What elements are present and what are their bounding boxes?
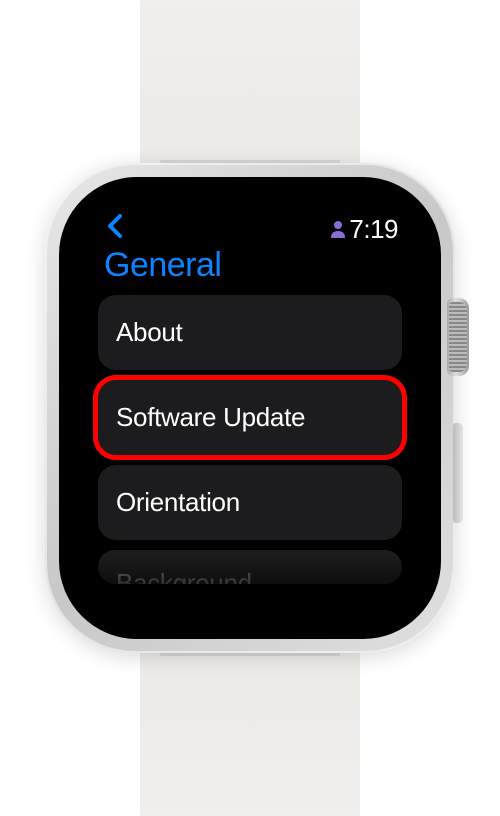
clock-time: 7:19 xyxy=(349,214,398,245)
back-chevron-icon[interactable] xyxy=(102,213,124,245)
menu-item-background[interactable]: Background xyxy=(98,550,402,584)
menu-item-label: About xyxy=(116,317,182,347)
menu-item-label: Software Update xyxy=(116,402,305,432)
menu-item-orientation[interactable]: Orientation xyxy=(98,465,402,540)
person-icon xyxy=(330,220,346,238)
menu-item-label: Background xyxy=(116,568,252,584)
watch-screen: 7:19 General About Software Update Orien… xyxy=(82,200,418,616)
watch-bezel: 7:19 General About Software Update Orien… xyxy=(59,177,441,639)
menu-item-software-update[interactable]: Software Update xyxy=(98,380,402,455)
watch-band-top xyxy=(140,0,360,180)
watch-band-bottom xyxy=(140,636,360,816)
page-title: General xyxy=(98,244,402,295)
menu-list: About Software Update Orientation Backgr… xyxy=(98,295,402,584)
status-bar: 7:19 xyxy=(98,214,402,244)
side-button[interactable] xyxy=(453,423,463,523)
digital-crown[interactable] xyxy=(447,298,469,376)
watch-case: 7:19 General About Software Update Orien… xyxy=(45,163,455,653)
status-right: 7:19 xyxy=(330,214,398,245)
menu-item-label: Orientation xyxy=(116,487,240,517)
menu-item-about[interactable]: About xyxy=(98,295,402,370)
